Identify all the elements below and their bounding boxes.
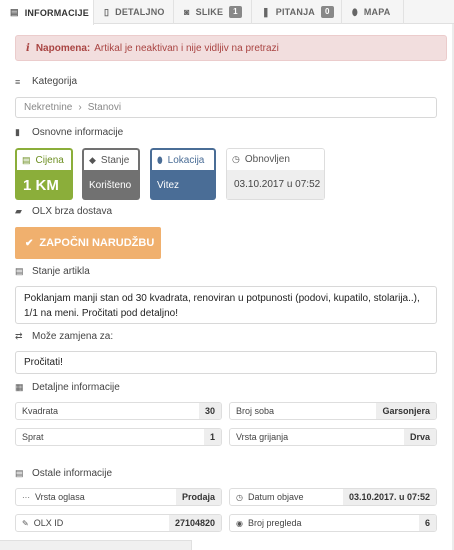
check-icon: ✔ [25,237,34,249]
tab-informacije[interactable]: ▤ INFORMACIJE [0,0,94,25]
count-badge: 0 [321,6,334,18]
item-condition-text: Poklanjam manji stan od 30 kvadrata, ren… [15,286,437,324]
price-card: ▤ Cijena 1 KM [15,148,73,200]
clock-icon: ◷ [236,492,243,502]
file-text-icon: ▤ [15,266,24,276]
section-title: Ostale informacije [32,468,113,479]
card-label: Obnovljen [244,154,290,165]
section-title: Detaljne informacije [32,382,120,393]
card-label: Lokacija [167,154,205,166]
location-card: ⬮ Lokacija Vitez [150,148,216,200]
eye-icon: ◉ [236,518,243,528]
other-label: Vrsta oglasa [35,492,85,502]
info-icon: i [26,42,30,54]
list-icon: ▤ [10,7,19,17]
tab-label: MAPA [363,7,391,17]
other-field-vrsta-oglasa: ··· Vrsta oglasa Prodaja [15,488,222,506]
detail-label: Vrsta grijanja [236,432,289,442]
document-icon: ▯ [104,6,110,17]
section-title: OLX brza dostava [32,206,113,217]
other-value: 6 [418,515,436,531]
ellipsis-icon: ··· [22,492,30,502]
other-field-broj-pregleda: ◉ Broj pregleda 6 [229,514,437,532]
section-title: Kategorija [32,76,78,87]
other-field-datum-objave: ◷ Datum objave 03.10.2017. u 07:52 [229,488,437,506]
calculator-icon: ▤ [15,468,24,478]
detail-field-sprat: Sprat 1 [15,428,222,446]
updated-card: ◷ Obnovljen 03.10.2017 u 07:52 [226,148,325,200]
section-header-dostava: ▰ OLX brza dostava [15,206,112,217]
section-header-ostale: ▤ Ostale informacije [15,468,112,479]
breadcrumb-item[interactable]: Nekretnine [24,102,72,113]
map-marker-icon: ⬮ [352,6,358,17]
money-icon: ▤ [22,154,31,165]
section-title: Stanje artikla [32,266,90,277]
condition-value: Korišteno [82,170,140,200]
table-icon: ▦ [15,382,24,392]
other-value: 03.10.2017. u 07:52 [342,489,436,505]
wrench-icon: ✎ [22,518,29,528]
other-value: 27104820 [168,515,221,531]
button-label: ZAPOČNI NARUDŽBU [39,237,155,249]
detail-field-vrsta-grijanja: Vrsta grijanja Drva [229,428,437,446]
condition-card: ◆ Stanje Korišteno [82,148,140,200]
section-header-kategorija: ≡ Kategorija [15,76,77,87]
bottom-panel-edge [0,540,192,550]
detail-value: Garsonjera [376,403,436,419]
clock-icon: ◷ [232,154,240,164]
other-value: Prodaja [175,489,221,505]
bars-icon: ≡ [15,76,21,87]
location-value: Vitez [150,170,216,200]
tab-label: SLIKE [195,7,224,17]
section-title: Može zamjena za: [32,331,114,342]
tab-detaljno[interactable]: ▯ DETALJNO [94,0,174,24]
detail-field-kvadrata: Kvadrata 30 [15,402,222,420]
file-icon: ▮ [15,127,20,137]
section-header-osnovne: ▮ Osnovne informacije [15,127,123,138]
card-label: Cijena [35,154,64,166]
category-breadcrumb: Nekretnine › Stanovi [15,97,437,118]
alert-text: Artikal je neaktivan i nije vidljiv na p… [94,42,279,54]
alert-title: Napomena: [35,42,91,54]
exchange-value: Pročitati! [15,351,437,374]
other-field-olx-id: ✎ OLX ID 27104820 [15,514,222,532]
other-label: Datum objave [247,492,304,502]
other-label: Broj pregleda [247,518,302,528]
tab-label: DETALJNO [115,7,165,17]
section-title: Osnovne informacije [32,127,124,138]
chevron-right-icon: › [78,102,82,113]
price-value: 1 KM [15,170,73,200]
map-pin-icon: ⬮ [157,154,163,165]
tab-slike[interactable]: ◙ SLIKE 1 [174,0,252,24]
card-label: Stanje [100,154,130,166]
breadcrumb-item[interactable]: Stanovi [88,102,121,113]
section-header-zamjena: ⇄ Može zamjena za: [15,331,113,342]
detail-value: Drva [403,429,436,445]
tab-label: INFORMACIJE [24,7,89,18]
tag-icon: ◆ [89,154,96,165]
section-header-detaljne: ▦ Detaljne informacije [15,382,120,393]
section-header-stanje: ▤ Stanje artikla [15,266,90,277]
detail-label: Kvadrata [22,406,59,416]
start-order-button[interactable]: ✔ ZAPOČNI NARUDŽBU [15,227,161,259]
detail-value: 30 [198,403,221,419]
tab-label: PITANJA [275,7,315,17]
detail-label: Broj soba [236,406,275,416]
inactive-alert: i Napomena: Artikal je neaktivan i nije … [15,35,447,61]
camera-icon: ◙ [184,7,190,17]
count-badge: 1 [229,6,242,18]
other-label: OLX ID [33,518,64,528]
detail-label: Sprat [22,432,44,442]
exchange-icon: ⇄ [15,331,23,341]
comments-icon: ❚ [262,6,270,17]
updated-value: 03.10.2017 u 07:52 [226,170,325,200]
tab-mapa[interactable]: ⬮ MAPA [342,0,404,24]
detail-field-broj-soba: Broj soba Garsonjera [229,402,437,420]
detail-value: 1 [203,429,221,445]
truck-icon: ▰ [15,206,22,216]
tab-pitanja[interactable]: ❚ PITANJA 0 [252,0,342,24]
tab-bar: ▤ INFORMACIJE ▯ DETALJNO ◙ SLIKE 1 ❚ PIT… [0,0,454,25]
